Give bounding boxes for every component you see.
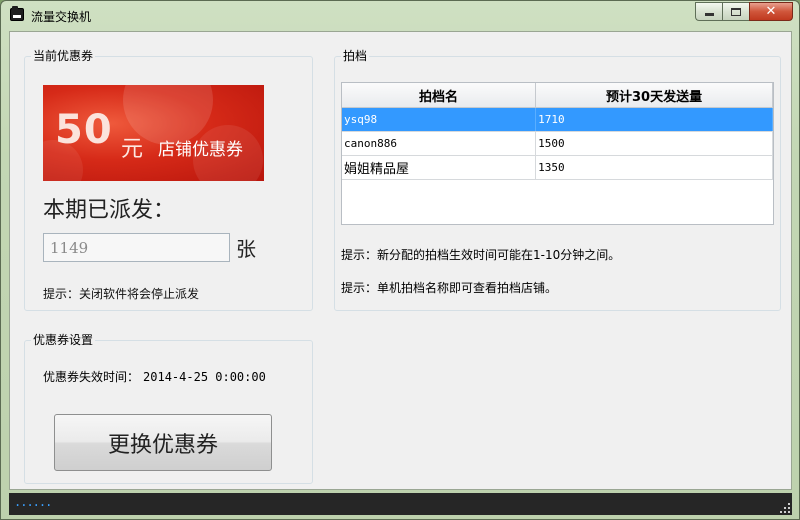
partner-name-cell[interactable]: ysq98 bbox=[342, 108, 537, 131]
expire-row: 优惠券失效时间： 2014-4-25 0:00:00 bbox=[43, 368, 266, 385]
app-window: 流量交换机 ✕ 当前优惠券 50 元 店铺优惠券 本期已派发： 1149 张 提… bbox=[0, 0, 800, 520]
app-folder-icon bbox=[10, 6, 24, 21]
maximize-button[interactable] bbox=[722, 2, 749, 21]
volume-cell[interactable]: 1350 bbox=[536, 156, 773, 179]
close-hint: 提示：关闭软件将会停止派发 bbox=[43, 287, 200, 301]
status-bar: ...... bbox=[9, 493, 792, 515]
current-coupon-title: 当前优惠券 bbox=[31, 49, 96, 63]
current-coupon-group: 当前优惠券 50 元 店铺优惠券 本期已派发： 张 提示：关闭软件将会停止派发 bbox=[24, 49, 313, 311]
close-icon: ✕ bbox=[765, 4, 777, 19]
change-coupon-button[interactable]: 更换优惠券 bbox=[54, 414, 272, 471]
column-header-volume[interactable]: 预计30天发送量 bbox=[536, 83, 773, 107]
expire-label: 优惠券失效时间： bbox=[43, 370, 140, 384]
close-button[interactable]: ✕ bbox=[749, 2, 793, 21]
expire-value: 2014-4-25 0:00:00 bbox=[143, 370, 266, 384]
partner-group: 拍档 拍档名 预计30天发送量 ysq98 1710 canon886 1500… bbox=[334, 49, 781, 311]
view-shop-hint: 提示：单机拍档名称即可查看拍档店铺。 bbox=[341, 281, 558, 295]
table-row[interactable]: 娟姐精品屋 1350 bbox=[342, 156, 773, 180]
table-row[interactable]: canon886 1500 bbox=[342, 132, 773, 156]
minimize-button[interactable] bbox=[695, 2, 722, 21]
count-unit: 张 bbox=[236, 237, 256, 261]
partner-name-cell[interactable]: canon886 bbox=[342, 132, 537, 155]
coupon-settings-title: 优惠券设置 bbox=[31, 333, 96, 347]
dispatched-count-field[interactable] bbox=[43, 233, 230, 262]
client-area: 当前优惠券 50 元 店铺优惠券 本期已派发： 张 提示：关闭软件将会停止派发 … bbox=[9, 31, 792, 490]
resize-grip-icon[interactable] bbox=[780, 503, 790, 513]
dispatched-label: 本期已派发： bbox=[43, 198, 176, 223]
window-controls: ✕ bbox=[695, 2, 793, 21]
volume-cell[interactable]: 1710 bbox=[536, 108, 773, 131]
partner-name-cell[interactable]: 娟姐精品屋 bbox=[342, 156, 537, 179]
volume-cell[interactable]: 1500 bbox=[536, 132, 773, 155]
minimize-icon bbox=[704, 13, 714, 16]
title-bar[interactable]: 流量交换机 ✕ bbox=[1, 1, 799, 31]
table-row[interactable]: ysq98 1710 bbox=[342, 108, 773, 132]
coupon-amount: 50 bbox=[55, 107, 113, 153]
coupon-unit: 元 bbox=[121, 137, 144, 162]
coupon-settings-group: 优惠券设置 优惠券失效时间： 2014-4-25 0:00:00 更换优惠券 bbox=[24, 333, 313, 484]
maximize-icon bbox=[731, 7, 741, 16]
partner-table[interactable]: 拍档名 预计30天发送量 ysq98 1710 canon886 1500 娟姐… bbox=[341, 82, 774, 225]
activation-hint: 提示：新分配的拍档生效时间可能在1-10分钟之间。 bbox=[341, 248, 621, 262]
coupon-banner-label: 店铺优惠券 bbox=[158, 140, 243, 160]
coupon-banner: 50 元 店铺优惠券 bbox=[43, 85, 264, 181]
partner-title: 拍档 bbox=[341, 49, 370, 63]
window-title: 流量交换机 bbox=[31, 10, 92, 24]
column-header-partner-name[interactable]: 拍档名 bbox=[342, 83, 537, 107]
table-header: 拍档名 预计30天发送量 bbox=[342, 83, 773, 108]
status-text: ...... bbox=[14, 495, 52, 509]
